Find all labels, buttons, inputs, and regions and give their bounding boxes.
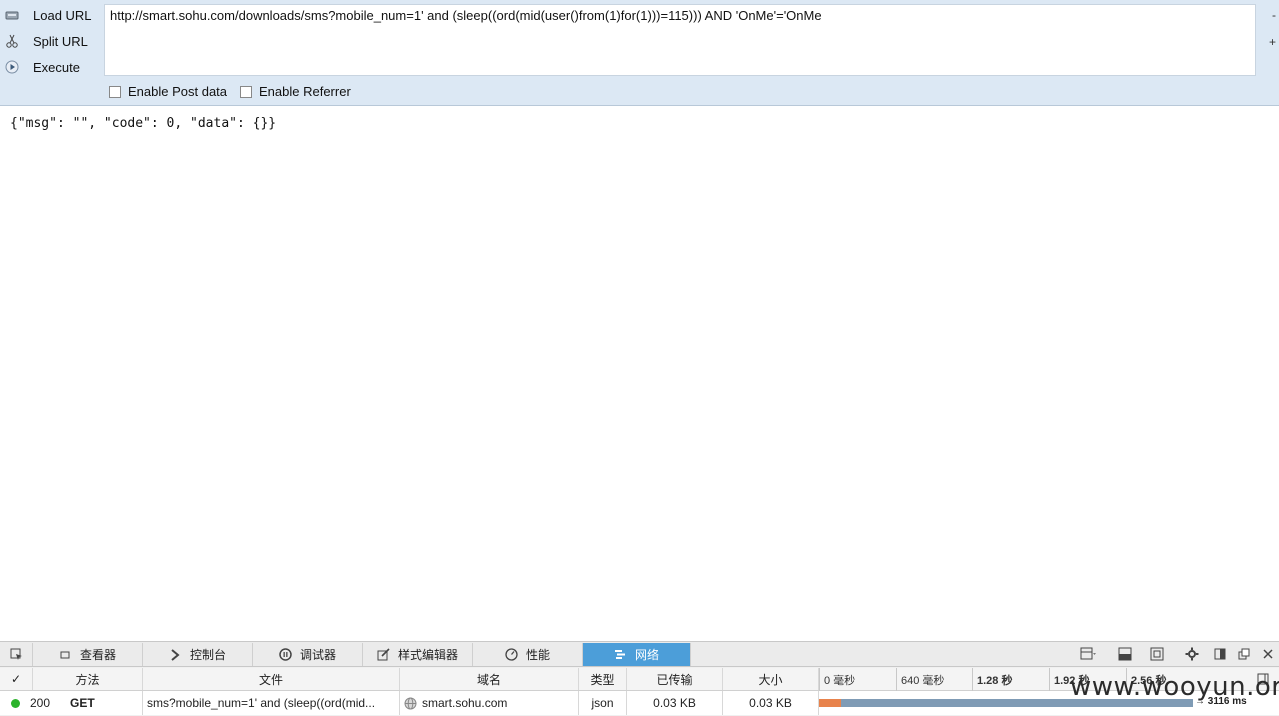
- performance-icon: [505, 648, 518, 661]
- tab-label: 控制台: [189, 648, 226, 662]
- status-code: 200: [30, 696, 51, 710]
- timing-bar-wait: [819, 699, 841, 707]
- column-method[interactable]: 方法: [33, 668, 143, 690]
- load-url-label: Load URL: [33, 7, 92, 23]
- tab-label: 网络: [634, 648, 659, 662]
- gear-icon[interactable]: [1184, 646, 1200, 662]
- play-icon: [5, 60, 19, 74]
- url-textarea[interactable]: http://smart.sohu.com/downloads/sms?mobi…: [104, 4, 1256, 76]
- dock-bottom-icon[interactable]: [1117, 646, 1133, 662]
- execute-button[interactable]: Execute: [0, 54, 100, 80]
- request-type: json: [579, 691, 627, 715]
- globe-icon: [404, 697, 417, 710]
- load-url-icon: [5, 8, 19, 22]
- execute-label: Execute: [33, 59, 80, 75]
- hackbar-panel: Load URL Split URL Execute http://smart.…: [0, 0, 1279, 106]
- status-dot-icon: [11, 698, 20, 708]
- tab-label: 查看器: [79, 648, 116, 662]
- timeline-tick: 640 毫秒: [896, 668, 944, 691]
- tab-label: 样式编辑器: [397, 648, 458, 662]
- column-file[interactable]: 文件: [143, 668, 400, 690]
- tab-label: 性能: [525, 648, 550, 662]
- timeline-tick: 1.28 秒: [972, 668, 1012, 691]
- debugger-icon: [279, 648, 292, 661]
- request-method: GET: [70, 696, 95, 710]
- checkbox-box[interactable]: [109, 85, 121, 98]
- inspector-icon: [59, 648, 72, 661]
- element-picker-button[interactable]: [0, 643, 33, 666]
- tab-inspector[interactable]: 查看器: [33, 643, 143, 666]
- request-file: sms?mobile_num=1' and (sleep((ord(mid...: [143, 691, 400, 715]
- request-transferred: 0.03 KB: [627, 691, 723, 715]
- timeline-tick: 0 毫秒: [819, 668, 855, 691]
- picker-icon: [10, 648, 23, 661]
- load-url-button[interactable]: Load URL: [0, 2, 100, 28]
- tab-label: 调试器: [299, 648, 336, 662]
- column-size[interactable]: 大小: [723, 668, 819, 690]
- tab-network[interactable]: 网络: [583, 643, 691, 666]
- tab-debugger[interactable]: 调试器: [253, 643, 363, 666]
- enable-referrer-checkbox[interactable]: Enable Referrer: [240, 84, 351, 99]
- request-domain-cell: smart.sohu.com: [400, 691, 579, 715]
- split-url-label: Split URL: [33, 33, 88, 49]
- split-console-icon[interactable]: [1080, 646, 1096, 662]
- separate-window-icon[interactable]: [1236, 646, 1252, 662]
- tab-console[interactable]: 控制台: [143, 643, 253, 666]
- scissors-icon: [5, 34, 19, 48]
- expand-button[interactable]: +: [1269, 35, 1276, 49]
- console-icon: [169, 648, 182, 661]
- column-status[interactable]: ✓: [0, 668, 33, 690]
- column-type[interactable]: 类型: [579, 668, 627, 690]
- responsive-mode-icon[interactable]: [1149, 646, 1165, 662]
- column-transferred[interactable]: 已传输: [627, 668, 723, 690]
- enable-post-label: Enable Post data: [128, 84, 228, 99]
- enable-referrer-label: Enable Referrer: [259, 84, 351, 99]
- network-icon: [614, 648, 627, 661]
- shrink-button[interactable]: -: [1272, 8, 1276, 22]
- close-icon[interactable]: [1260, 646, 1276, 662]
- request-size: 0.03 KB: [723, 691, 819, 715]
- request-domain: smart.sohu.com: [422, 696, 508, 710]
- style-editor-icon: [377, 648, 390, 661]
- devtools-toolbar: 查看器 控制台 调试器 样式编辑器 性能 网络: [0, 642, 1279, 667]
- tab-performance[interactable]: 性能: [473, 643, 583, 666]
- checkbox-box[interactable]: [240, 85, 252, 98]
- dock-side-icon[interactable]: [1212, 646, 1228, 662]
- column-domain[interactable]: 域名: [400, 668, 579, 690]
- tab-style-editor[interactable]: 样式编辑器: [363, 643, 473, 666]
- status-cell: 200 GET: [0, 691, 143, 715]
- watermark: www.wooyun.org: [1070, 672, 1279, 702]
- enable-post-checkbox[interactable]: Enable Post data: [109, 84, 227, 99]
- response-json: {"msg": "", "code": 0, "data": {}}: [10, 116, 277, 131]
- split-url-button[interactable]: Split URL: [0, 28, 100, 54]
